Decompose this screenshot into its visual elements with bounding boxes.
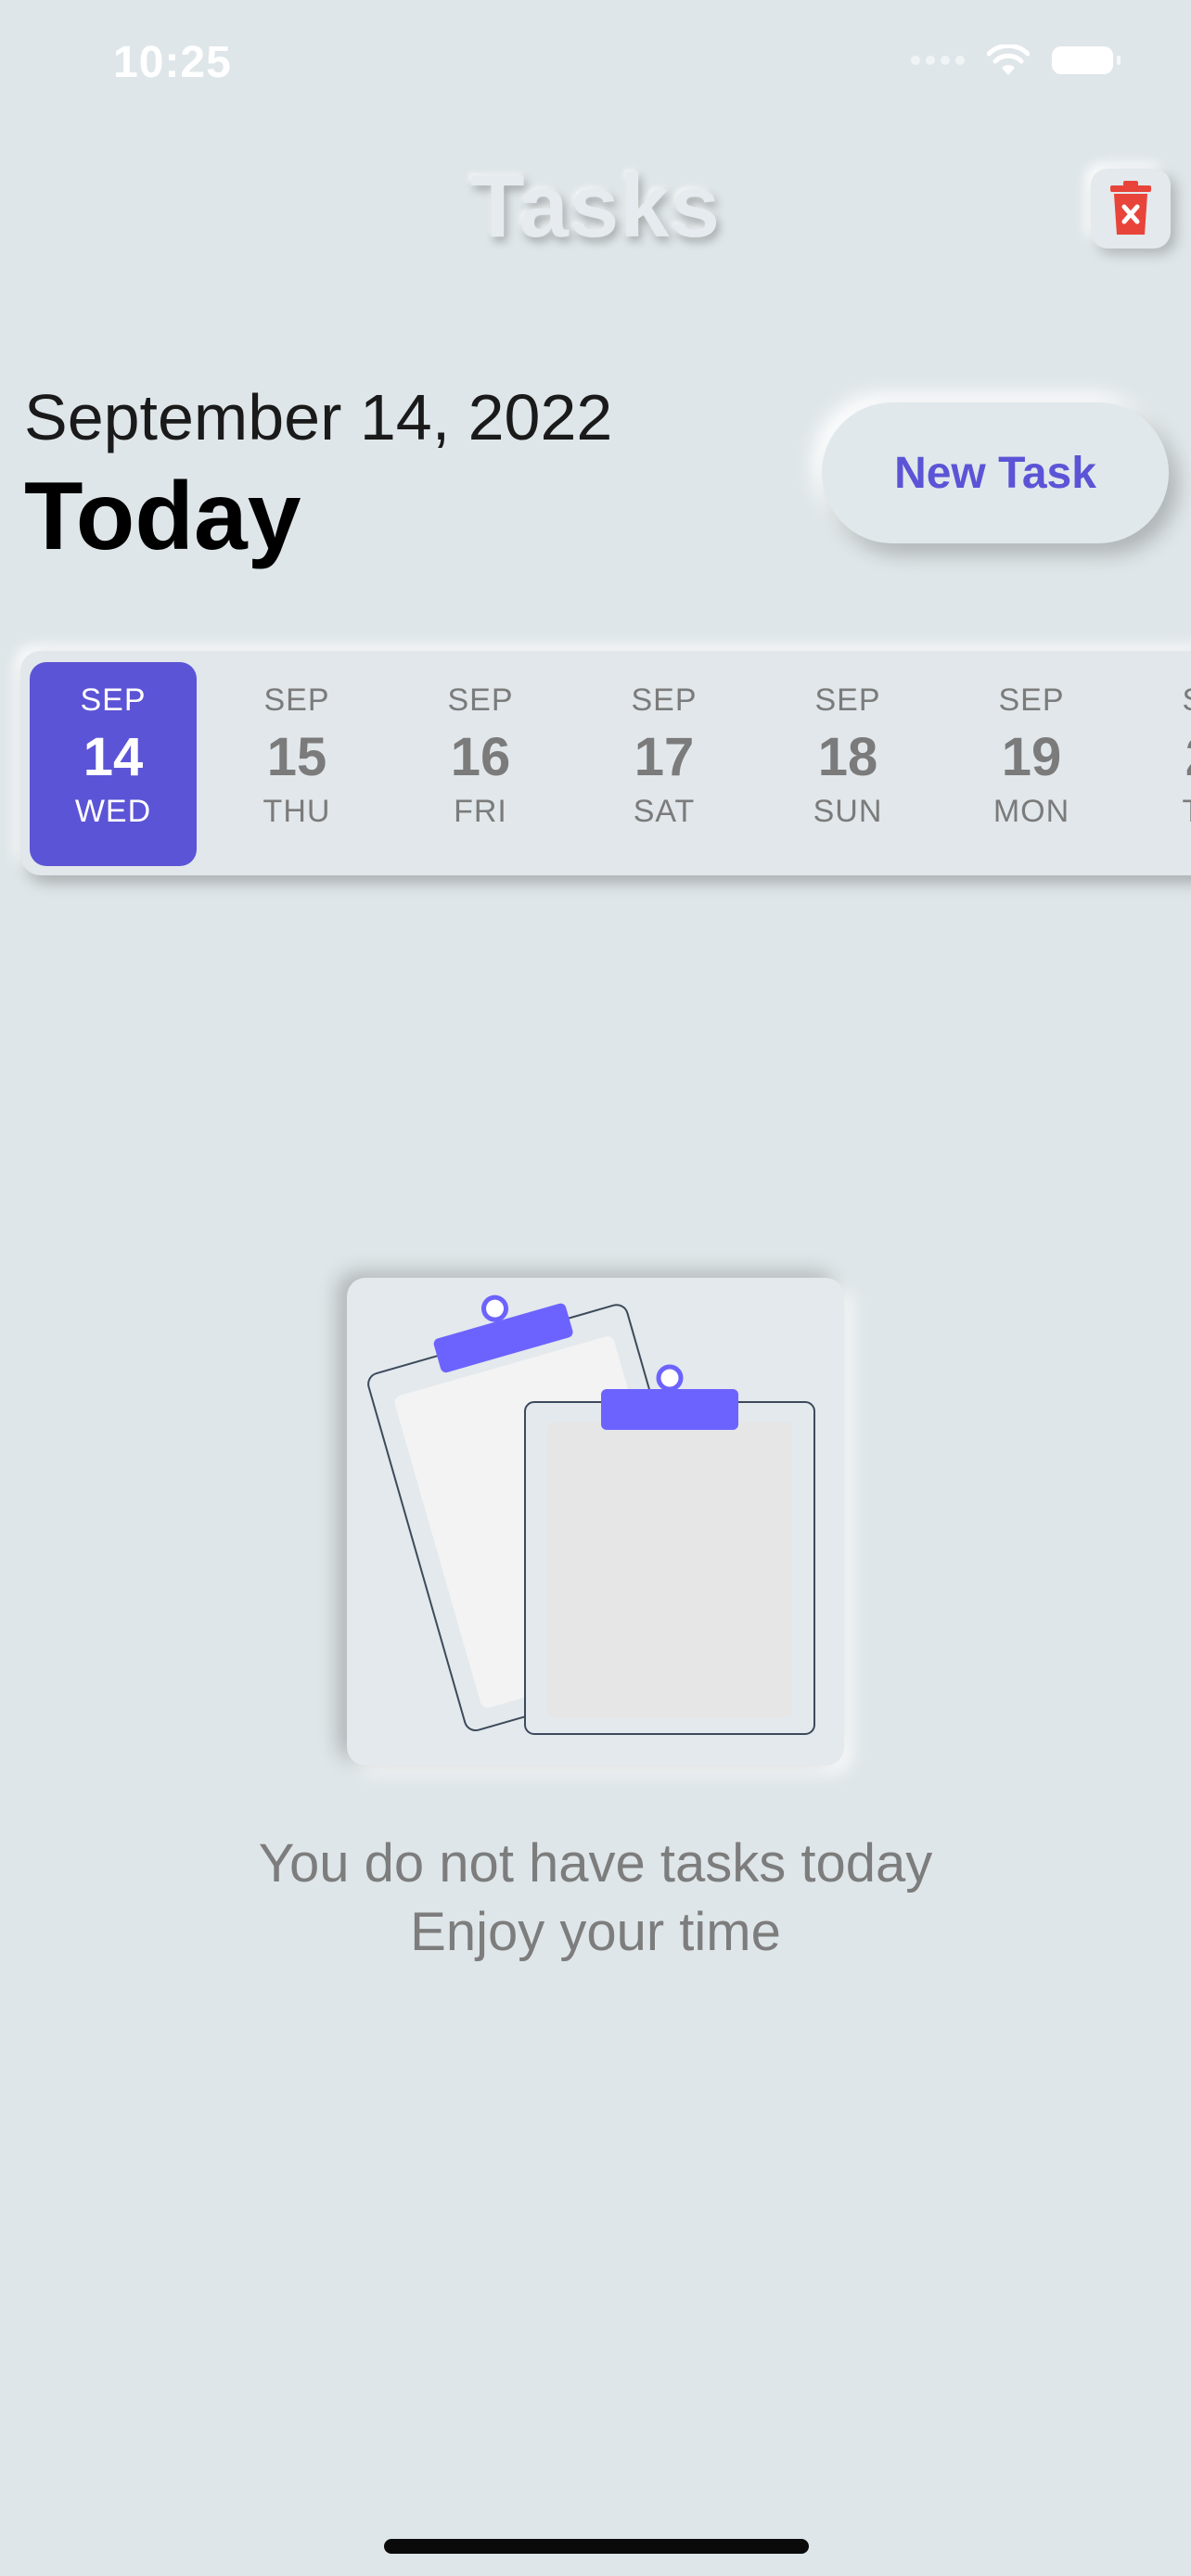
empty-state-message: You do not have tasks today xyxy=(258,1833,933,1894)
date-weekday: SUN xyxy=(813,794,883,829)
battery-icon xyxy=(1052,46,1121,74)
date-item[interactable]: SEP 19 MON xyxy=(948,662,1115,866)
date-month: SEP xyxy=(80,682,147,718)
date-month: SEP xyxy=(631,682,698,718)
date-item[interactable]: SEP 20 TUE xyxy=(1132,662,1191,866)
date-weekday: TUE xyxy=(1183,794,1191,830)
new-task-button[interactable]: New Task xyxy=(822,402,1169,543)
status-time: 10:25 xyxy=(113,38,232,87)
date-month: SEP xyxy=(447,682,514,718)
date-day: 17 xyxy=(634,727,695,787)
home-indicator[interactable] xyxy=(384,2539,809,2554)
date-month: SEP xyxy=(263,682,330,718)
date-day: 19 xyxy=(1001,727,1062,787)
date-month: SEP xyxy=(814,682,881,718)
trash-delete-icon xyxy=(1110,181,1151,235)
date-day: 20 xyxy=(1185,726,1191,788)
date-item[interactable]: SEP 17 SAT xyxy=(581,662,748,866)
page-title: Tasks xyxy=(469,157,722,256)
tasks-screen: 10:25 Tasks September 14, 2022 Today New… xyxy=(0,0,1191,2576)
date-day: 18 xyxy=(817,727,878,787)
status-indicators xyxy=(911,45,1121,76)
wifi-icon xyxy=(987,45,1030,75)
date-month: SEP xyxy=(998,682,1065,718)
current-date: September 14, 2022 xyxy=(24,381,613,453)
date-item[interactable]: SEP 18 SUN xyxy=(764,662,931,866)
date-day: 16 xyxy=(450,727,511,787)
today-heading: Today xyxy=(24,463,301,570)
empty-state-submessage: Enjoy your time xyxy=(410,1902,781,1962)
date-month: SEP xyxy=(1182,682,1191,719)
date-weekday: WED xyxy=(74,794,152,829)
date-weekday: MON xyxy=(992,794,1070,829)
cellular-signal-icon xyxy=(911,56,965,65)
date-item[interactable]: SEP 16 FRI xyxy=(397,662,564,866)
date-picker-strip[interactable]: SEP 14 WED SEP 15 THU SEP 16 FRI SEP 17 … xyxy=(20,651,1191,875)
clipboards-illustration xyxy=(367,1294,815,1735)
date-item-selected[interactable]: SEP 14 WED xyxy=(30,662,197,866)
date-weekday: SAT xyxy=(633,794,696,829)
date-day: 14 xyxy=(83,727,144,787)
empty-state-illustration xyxy=(347,1278,844,1766)
delete-all-button[interactable] xyxy=(1091,169,1171,249)
date-item[interactable]: SEP 15 THU xyxy=(213,662,380,866)
date-weekday: FRI xyxy=(454,794,507,829)
date-weekday: THU xyxy=(263,794,331,829)
date-day: 15 xyxy=(266,727,327,787)
